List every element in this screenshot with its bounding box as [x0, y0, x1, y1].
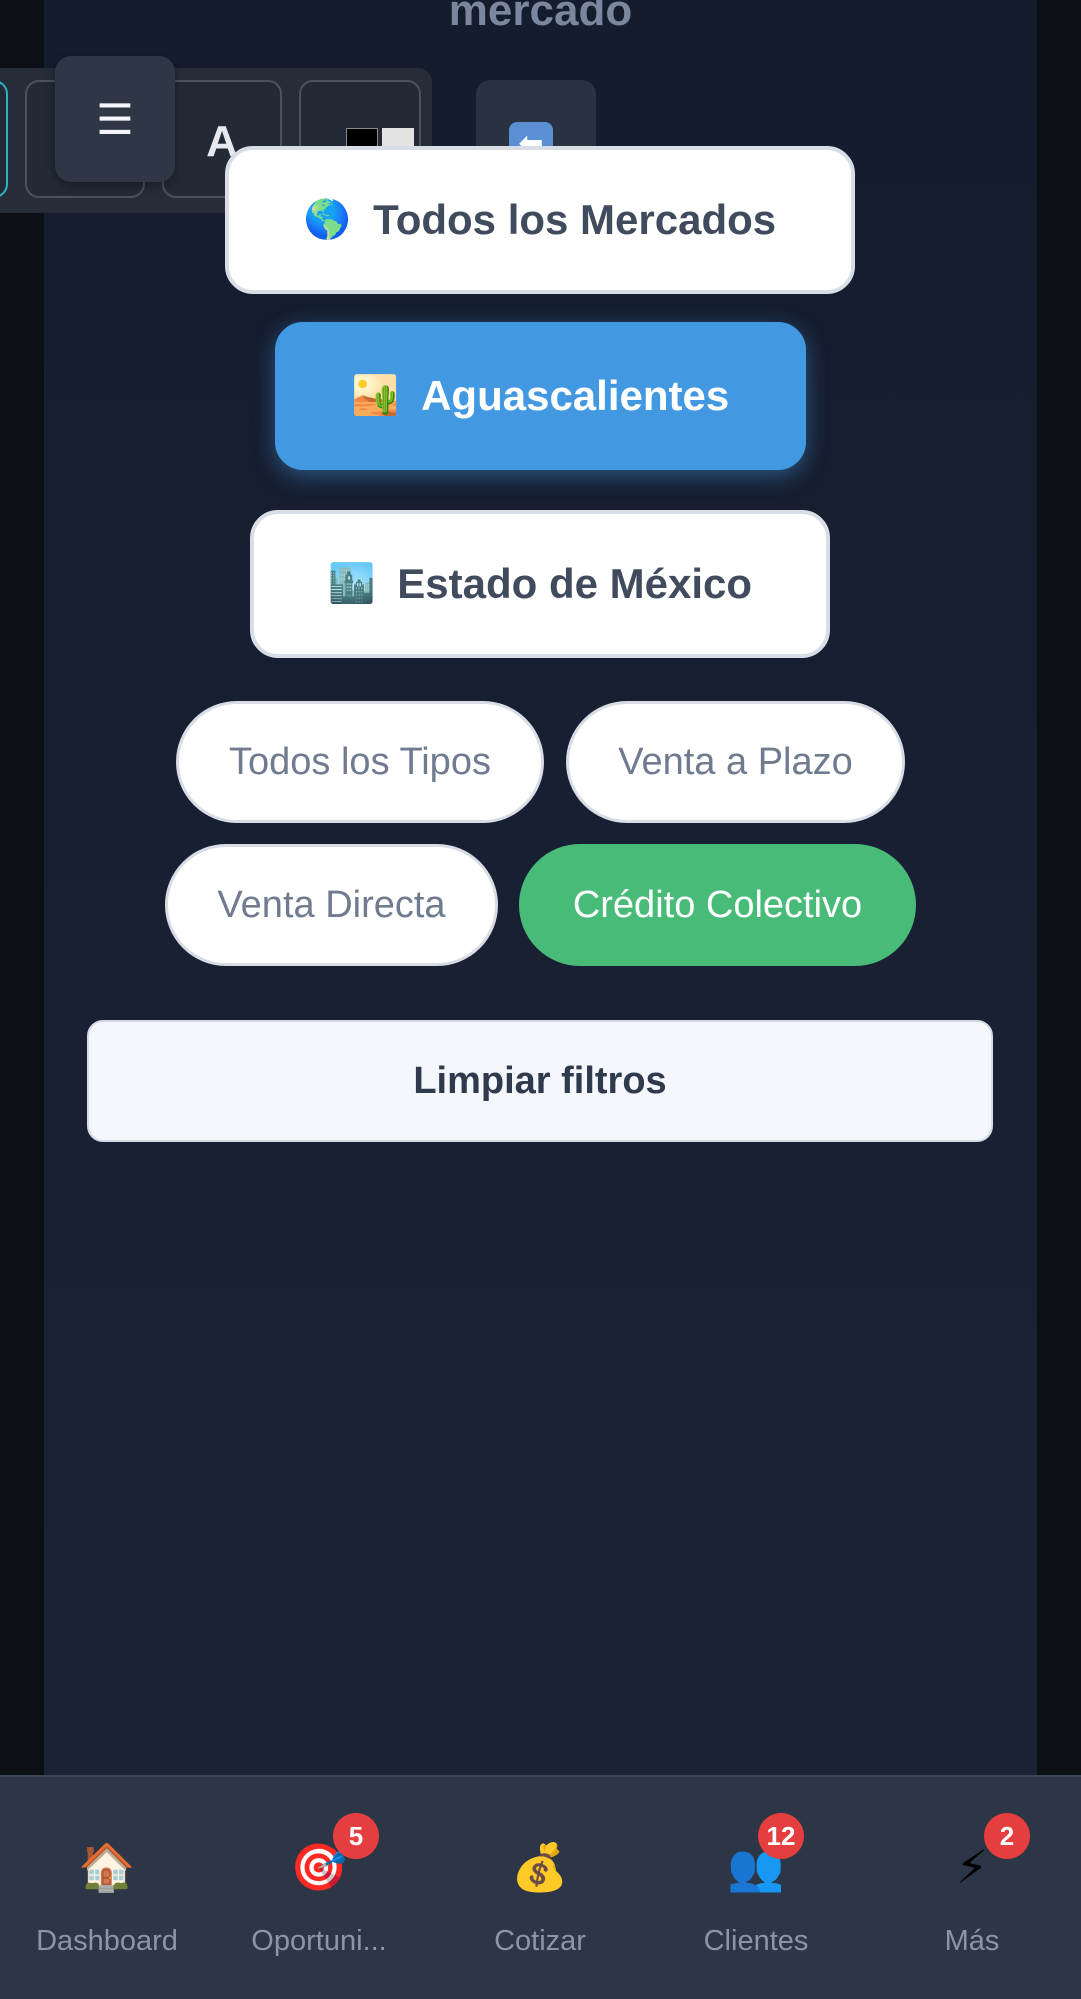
nav-item-mas[interactable]: ⚡ 2 Más	[872, 1777, 1072, 1999]
clear-filters-button[interactable]: Limpiar filtros	[87, 1020, 993, 1142]
type-filter-all[interactable]: Todos los Tipos	[176, 701, 544, 823]
market-option-aguascalientes[interactable]: 🏜️ Aguascalientes	[275, 322, 806, 470]
app-root: mercado A ☰ ⬅ 🌎 Todos los Mercados 🏜️ Ag…	[0, 0, 1081, 1999]
menu-button[interactable]: ☰	[55, 56, 175, 182]
nav-item-label: Más	[944, 1925, 1000, 1957]
type-filter-venta-directa[interactable]: Venta Directa	[165, 844, 498, 966]
market-option-all[interactable]: 🌎 Todos los Mercados	[225, 146, 855, 294]
market-option-label: Estado de México	[397, 560, 753, 607]
city-icon: 🏙️	[327, 563, 376, 605]
bottom-nav: 🏠 Dashboard 🎯 5 Oportuni... 💰 Cotizar 👥 …	[0, 1775, 1081, 1999]
users-icon: 👥	[727, 1841, 785, 1893]
hamburger-icon: ☰	[96, 95, 134, 143]
type-filter-venta-a-plazo[interactable]: Venta a Plazo	[566, 701, 905, 823]
target-icon: 🎯	[290, 1841, 348, 1893]
toolbar-button-partial[interactable]	[0, 80, 8, 198]
market-option-label: Todos los Mercados	[373, 196, 777, 243]
desert-icon: 🏜️	[351, 375, 400, 417]
nav-item-label: Cotizar	[494, 1925, 586, 1957]
type-filter-credito-colectivo[interactable]: Crédito Colectivo	[519, 844, 916, 966]
market-option-estado-de-mexico[interactable]: 🏙️ Estado de México	[250, 510, 830, 658]
notification-badge: 12	[758, 1813, 804, 1859]
nav-item-cotizar[interactable]: 💰 Cotizar	[440, 1777, 640, 1999]
nav-item-label: Oportuni...	[251, 1925, 387, 1957]
lightning-icon: ⚡	[955, 1841, 989, 1893]
globe-icon: 🌎	[303, 199, 352, 241]
notification-badge: 5	[333, 1813, 379, 1859]
money-bag-icon: 💰	[511, 1841, 569, 1893]
notification-badge: 2	[984, 1813, 1030, 1859]
market-option-label: Aguascalientes	[421, 372, 730, 419]
nav-item-label: Dashboard	[36, 1925, 178, 1957]
house-icon: 🏠	[78, 1841, 136, 1893]
nav-item-clientes[interactable]: 👥 12 Clientes	[656, 1777, 856, 1999]
nav-item-oportunidades[interactable]: 🎯 5 Oportuni...	[219, 1777, 419, 1999]
nav-item-label: Clientes	[703, 1925, 809, 1957]
nav-item-dashboard[interactable]: 🏠 Dashboard	[7, 1777, 207, 1999]
panel-heading: mercado	[448, 0, 633, 35]
